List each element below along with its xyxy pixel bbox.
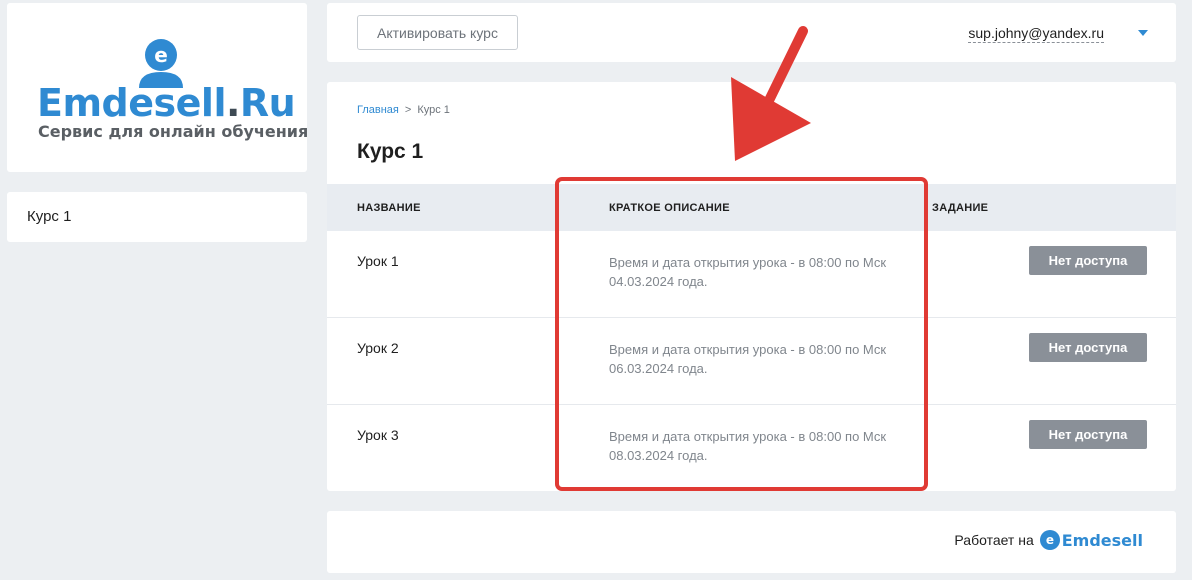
footer: Работает на e Emdesell <box>327 511 1176 573</box>
no-access-button[interactable]: Нет доступа <box>1029 246 1147 275</box>
lesson-description: Время и дата открытия урока - в 08:00 по… <box>609 255 887 289</box>
no-access-button[interactable]: Нет доступа <box>1029 333 1147 362</box>
lesson-name: Урок 3 <box>357 427 399 443</box>
chevron-down-icon[interactable] <box>1138 30 1148 36</box>
user-email[interactable]: sup.johny@yandex.ru <box>968 25 1104 43</box>
column-header-task: ЗАДАНИЕ <box>932 202 989 214</box>
table-row: Урок 2 Время и дата открытия урока - в 0… <box>327 318 1176 405</box>
no-access-button[interactable]: Нет доступа <box>1029 420 1147 449</box>
table-row: Урок 3 Время и дата открытия урока - в 0… <box>327 405 1176 491</box>
lesson-description: Время и дата открытия урока - в 08:00 по… <box>609 429 887 463</box>
powered-by: Работает на e Emdesell <box>954 530 1143 550</box>
svg-text:e: e <box>1046 533 1054 547</box>
breadcrumb: Главная > Курс 1 <box>357 104 450 116</box>
logo-wordmark: Emdesell.Ru <box>37 81 296 125</box>
header-bar: Активировать курс sup.johny@yandex.ru <box>327 3 1176 62</box>
page-title: Курс 1 <box>357 140 424 163</box>
lesson-name: Урок 1 <box>357 253 399 269</box>
breadcrumb-home-link[interactable]: Главная <box>357 104 399 116</box>
lesson-name: Урок 2 <box>357 340 399 356</box>
emdesell-link[interactable]: Emdesell <box>1062 531 1143 550</box>
powered-by-label: Работает на <box>954 532 1034 548</box>
logo-card: e Emdesell.Ru Сервис для онлайн обучения <box>7 3 309 172</box>
emdesell-logo-icon[interactable]: e <box>1039 530 1060 550</box>
course-card: Главная > Курс 1 Курс 1 НАЗВАНИЕ КРАТКОЕ О… <box>327 82 1176 491</box>
table-header: НАЗВАНИЕ КРАТКОЕ ОПИСАНИЕ ЗАДАНИЕ <box>327 184 1176 231</box>
table-row: Урок 1 Время и дата открытия урока - в 0… <box>327 231 1176 318</box>
column-header-description: КРАТКОЕ ОПИСАНИЕ <box>609 202 730 214</box>
svg-text:e: e <box>154 43 168 67</box>
lesson-description: Время и дата открытия урока - в 08:00 по… <box>609 342 887 376</box>
breadcrumb-separator: > <box>404 104 412 116</box>
sidebar-item-course-1[interactable]: Курс 1 <box>27 208 71 225</box>
breadcrumb-current: Курс 1 <box>417 104 450 116</box>
sidebar-nav: Курс 1 <box>7 192 307 242</box>
logo-tagline: Сервис для онлайн обучения <box>38 122 309 141</box>
column-header-name: НАЗВАНИЕ <box>357 202 421 214</box>
activate-course-button[interactable]: Активировать курс <box>357 15 518 50</box>
